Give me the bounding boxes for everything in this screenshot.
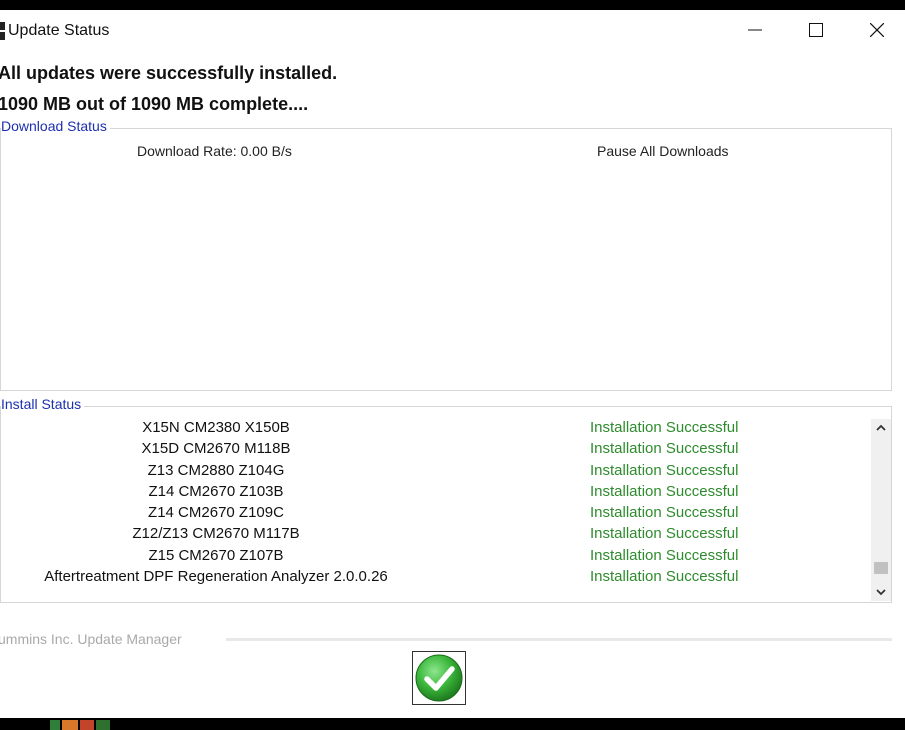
scroll-thumb[interactable] [874, 562, 888, 574]
item-status: Installation Successful [590, 525, 739, 543]
list-item: X15D CM2670 M118B Installation Successfu… [1, 440, 871, 461]
checkmark-icon [415, 654, 463, 702]
window-title: Update Status [8, 22, 110, 39]
item-status: Installation Successful [590, 568, 739, 586]
scroll-up-button[interactable] [871, 419, 891, 437]
minimize-button[interactable] [725, 10, 785, 50]
item-status: Installation Successful [590, 482, 739, 500]
item-status: Installation Successful [590, 440, 739, 458]
app-icon [0, 22, 5, 40]
status-message: All updates were successfully installed. [0, 63, 338, 83]
update-status-window: Update Status All updates were successfu… [0, 10, 905, 718]
taskbar-app-icon[interactable] [50, 720, 110, 730]
list-item: Z15 CM2670 Z107B Installation Successful [1, 547, 871, 568]
progress-text: 1090 MB out of 1090 MB complete.... [0, 94, 309, 114]
pause-all-downloads-button[interactable]: Pause All Downloads [597, 143, 729, 159]
item-name: Aftertreatment DPF Regeneration Analyzer… [44, 568, 388, 586]
list-item: X15N CM2380 X150B Installation Successfu… [1, 419, 871, 440]
install-status-group: Install Status X15N CM2380 X150B Install… [0, 396, 892, 603]
item-name: Z12/Z13 CM2670 M117B [132, 525, 300, 543]
install-status-label: Install Status [1, 396, 85, 412]
item-name: X15D CM2670 M118B [141, 440, 291, 458]
taskbar [0, 718, 905, 730]
minimize-icon [748, 29, 762, 31]
item-status: Installation Successful [590, 461, 739, 479]
download-status-group: Download Status Download Rate: 0.00 B/s … [0, 118, 892, 391]
footer-brand: ummins Inc. Update Manager [0, 631, 182, 647]
item-status: Installation Successful [590, 419, 739, 436]
maximize-icon [809, 23, 823, 37]
download-rate: Download Rate: 0.00 B/s [137, 143, 292, 159]
list-item: Aftertreatment DPF Regeneration Analyzer… [1, 568, 871, 589]
chevron-down-icon [876, 589, 886, 596]
title-bar[interactable]: Update Status [0, 10, 905, 52]
close-icon [870, 23, 884, 37]
item-name: Z14 CM2670 Z109C [148, 504, 284, 522]
list-item: Z13 CM2880 Z104G Installation Successful [1, 462, 871, 483]
item-name: X15N CM2380 X150B [142, 419, 290, 436]
item-status: Installation Successful [590, 504, 739, 522]
install-list: X15N CM2380 X150B Installation Successfu… [1, 419, 871, 589]
install-list-scrollbar[interactable] [871, 419, 891, 601]
item-name: Z14 CM2670 Z103B [148, 482, 284, 500]
download-status-label: Download Status [1, 118, 110, 134]
footer-divider [226, 638, 892, 641]
list-item: Z14 CM2670 Z109C Installation Successful [1, 504, 871, 525]
ok-button[interactable] [412, 651, 466, 705]
list-item: Z12/Z13 CM2670 M117B Installation Succes… [1, 525, 871, 546]
list-item: Z14 CM2670 Z103B Installation Successful [1, 483, 871, 504]
item-name: Z15 CM2670 Z107B [148, 546, 284, 564]
close-button[interactable] [847, 10, 905, 50]
maximize-button[interactable] [786, 10, 846, 50]
chevron-up-icon [876, 424, 886, 431]
item-status: Installation Successful [590, 546, 739, 564]
scroll-down-button[interactable] [871, 583, 891, 601]
item-name: Z13 CM2880 Z104G [147, 461, 285, 479]
